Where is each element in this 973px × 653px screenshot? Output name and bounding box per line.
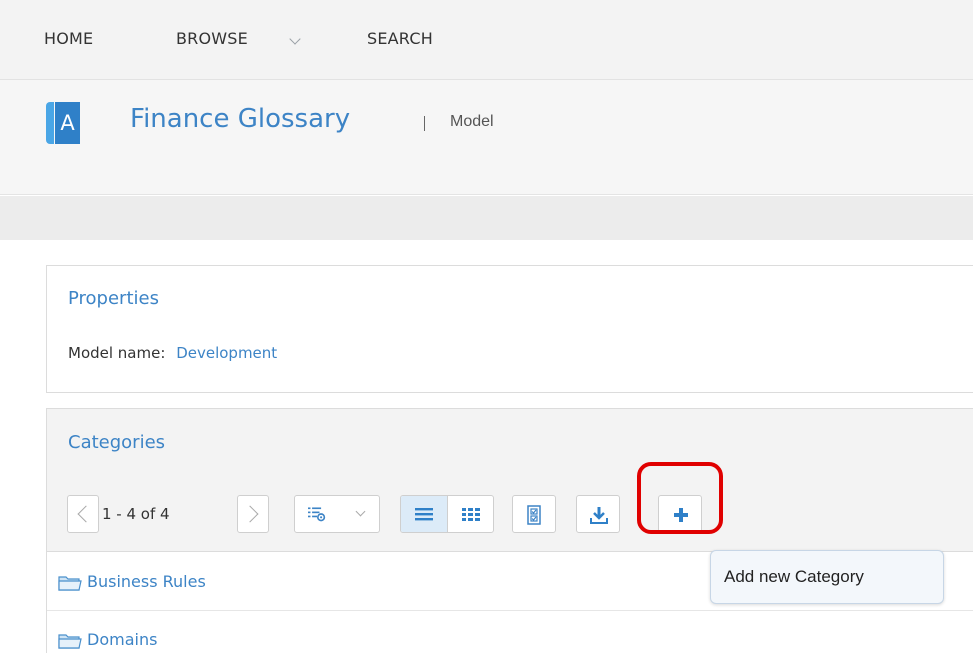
- grid-view-icon: [462, 508, 480, 521]
- chevron-down-icon[interactable]: [289, 33, 301, 45]
- plus-icon: [674, 508, 688, 522]
- categories-panel: Categories 1 - 4 of 4 Business Rules Dom…: [46, 408, 973, 653]
- pager-text: 1 - 4 of 4: [102, 505, 170, 523]
- nav-browse[interactable]: BROWSE: [176, 29, 248, 48]
- list-item-label[interactable]: Business Rules: [87, 572, 206, 591]
- download-button[interactable]: [576, 495, 620, 533]
- logo-letter: A: [55, 102, 80, 144]
- pager-prev-button[interactable]: [67, 495, 99, 533]
- add-category-button[interactable]: [658, 495, 702, 533]
- model-name-link[interactable]: Development: [176, 344, 277, 362]
- header-strip: [0, 196, 973, 240]
- top-nav: HOME BROWSE SEARCH: [0, 0, 973, 80]
- list-view-button[interactable]: [401, 496, 448, 532]
- model-name-row: Model name: Development: [68, 344, 277, 362]
- title-divider: [424, 116, 425, 131]
- column-settings-icon: [308, 507, 326, 522]
- list-item-label[interactable]: Domains: [87, 630, 157, 649]
- page-type: Model: [450, 113, 494, 130]
- nav-home[interactable]: HOME: [44, 29, 93, 48]
- list-item[interactable]: Domains: [47, 611, 973, 653]
- checklist-icon: [527, 505, 541, 525]
- grid-view-button[interactable]: [448, 496, 493, 532]
- column-settings-button[interactable]: [294, 495, 380, 533]
- pager-next-button[interactable]: [237, 495, 269, 533]
- chevron-down-icon: [355, 506, 366, 517]
- nav-search[interactable]: SEARCH: [367, 29, 433, 48]
- categories-header: Categories: [47, 409, 973, 479]
- model-name-label: Model name:: [68, 344, 166, 362]
- view-toggle: [400, 495, 494, 533]
- download-icon: [590, 507, 608, 524]
- categories-toolbar: 1 - 4 of 4: [47, 479, 973, 552]
- folder-icon: [58, 576, 82, 591]
- glossary-logo-icon: A: [46, 102, 80, 144]
- list-view-icon: [415, 508, 433, 521]
- page-title: Finance Glossary: [130, 104, 351, 134]
- properties-panel: Properties Model name: Development: [46, 265, 973, 393]
- folder-icon: [58, 634, 82, 649]
- add-category-tooltip: Add new Category: [710, 550, 944, 604]
- properties-heading: Properties: [68, 288, 159, 309]
- categories-heading: Categories: [68, 432, 166, 453]
- select-items-button[interactable]: [512, 495, 556, 533]
- page-header: A Finance Glossary Model: [0, 80, 973, 195]
